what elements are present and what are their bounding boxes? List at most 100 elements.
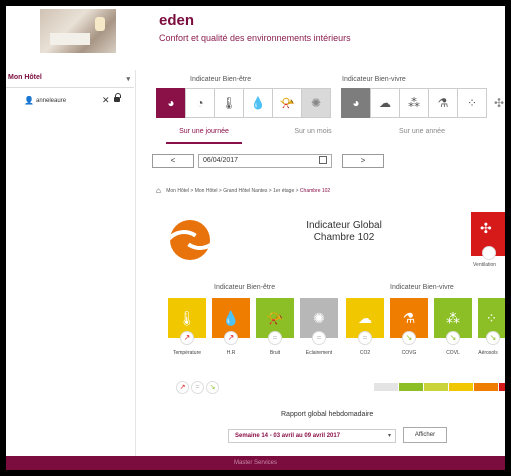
ventilation-status-dot bbox=[482, 246, 496, 260]
tab-day[interactable]: Sur une journée bbox=[166, 128, 242, 144]
lighting-button[interactable]: ✺ bbox=[301, 88, 331, 118]
drop-icon: 💧 bbox=[250, 96, 266, 110]
humidity-button[interactable]: 💧 bbox=[243, 88, 273, 118]
thermometer-icon: 🌡 bbox=[178, 309, 196, 326]
temperature-label: Température bbox=[172, 350, 202, 356]
noise-label: Bruit bbox=[269, 350, 281, 356]
aerosols-button[interactable]: ⁘ bbox=[457, 88, 487, 118]
sidebar: Mon Hôtel ▾ 👤 anneleaure ✕ bbox=[6, 70, 136, 470]
footer-label: Master Services bbox=[234, 460, 278, 466]
wellbeing-group-title: Indicateur Bien-être bbox=[190, 76, 252, 83]
global-wellbeing-button[interactable]: ◕ bbox=[156, 88, 186, 118]
drop-icon: 💧 bbox=[222, 309, 240, 326]
lighting-trend-icon: = bbox=[312, 331, 326, 345]
covg-button[interactable]: ⁂ bbox=[399, 88, 429, 118]
date-field[interactable]: 06/04/2017 bbox=[198, 154, 332, 168]
ventilation-label: Ventilation bbox=[473, 262, 497, 268]
chevron-down-icon: ▾ bbox=[126, 76, 130, 83]
covl-trend-icon: ↘ bbox=[446, 331, 460, 345]
gauge-icon: ◕ bbox=[352, 96, 360, 110]
particles-icon: ⁘ bbox=[466, 96, 478, 110]
livability-toolbar: ◕ ☁ ⁂ ⚗ ⁘ bbox=[341, 88, 487, 118]
trend-flat-icon: = bbox=[191, 381, 204, 394]
week-select[interactable]: Semaine 14 - 03 avril au 09 avril 2017 ▾ bbox=[228, 429, 396, 443]
chevron-down-icon: ▾ bbox=[387, 433, 391, 439]
co2-trend-icon: = bbox=[358, 331, 372, 345]
home-icon[interactable]: ⌂ bbox=[156, 186, 161, 195]
user-name: anneleaure bbox=[36, 98, 67, 104]
scale-yellow bbox=[449, 383, 473, 391]
scale-green bbox=[399, 383, 423, 391]
scale-yellowgreen bbox=[424, 383, 448, 391]
gauge-icon: ◕ bbox=[167, 96, 175, 110]
fan-icon[interactable]: ✣ bbox=[494, 96, 504, 110]
trend-down-icon: ↘ bbox=[206, 381, 219, 394]
covl-label: COVL bbox=[446, 350, 460, 356]
period-tabs: Sur une journée Sur un mois Sur une anné… bbox=[146, 128, 505, 144]
pie-icon: ◔ bbox=[196, 96, 204, 110]
aerosols-trend-icon: ↘ bbox=[486, 331, 500, 345]
cloud-icon: ☁ bbox=[379, 96, 391, 110]
molecule-icon: ⁂ bbox=[408, 96, 420, 110]
livability-subtitle: Indicateur Bien-vivre bbox=[390, 284, 454, 291]
global-livability-button[interactable]: ◕ bbox=[341, 88, 371, 118]
noise-trend-icon: = bbox=[268, 331, 282, 345]
co2-label: CO2 bbox=[359, 350, 371, 356]
lock-icon[interactable] bbox=[114, 93, 121, 102]
week-select-value: Semaine 14 - 03 avril au 09 avril 2017 bbox=[235, 433, 341, 439]
scale-orange bbox=[474, 383, 498, 391]
calendar-icon[interactable] bbox=[319, 156, 327, 164]
global-title-line1: Indicateur Global bbox=[306, 220, 382, 231]
scale-red bbox=[499, 383, 505, 391]
covg-label: COVG bbox=[401, 350, 417, 356]
show-report-button[interactable]: Afficher bbox=[403, 427, 447, 443]
horn-icon: 📯 bbox=[266, 309, 284, 326]
weekly-report-label: Rapport global hebdomadaire bbox=[281, 411, 374, 418]
global-title: Indicateur Global Chambre 102 bbox=[284, 220, 404, 244]
hotel-select-value: Mon Hôtel bbox=[8, 74, 42, 81]
horn-icon: 📯 bbox=[279, 96, 295, 110]
temperature-trend-icon: ↗ bbox=[180, 331, 194, 345]
tab-year[interactable]: Sur une année bbox=[384, 128, 460, 144]
close-icon[interactable]: ✕ bbox=[102, 95, 110, 106]
particles-icon: ⁘ bbox=[485, 309, 498, 326]
wellbeing-toolbar: ◕ ◔ 🌡 💧 📯 ✺ bbox=[156, 88, 331, 118]
cloud-icon: ☁ bbox=[358, 309, 372, 326]
humidity-label: H.R bbox=[226, 350, 236, 356]
user-icon: 👤 bbox=[24, 96, 34, 105]
user-row: 👤 anneleaure ✕ bbox=[6, 93, 134, 110]
hotel-room-photo bbox=[40, 9, 116, 53]
trend-legend: ↗ = ↘ bbox=[176, 381, 221, 394]
lighting-label: Eclairement bbox=[305, 350, 333, 356]
covg-trend-icon: ↘ bbox=[402, 331, 416, 345]
overview-button[interactable]: ◔ bbox=[185, 88, 215, 118]
wellbeing-subtitle: Indicateur Bien-être bbox=[214, 284, 276, 291]
aerosols-label: Aérosols bbox=[478, 350, 498, 356]
livability-group-title: Indicateur Bien-vivre bbox=[342, 76, 406, 83]
temperature-button[interactable]: 🌡 bbox=[214, 88, 244, 118]
tab-month[interactable]: Sur un mois bbox=[278, 128, 348, 144]
flask-icon: ⚗ bbox=[437, 96, 449, 110]
hotel-select[interactable]: Mon Hôtel ▾ bbox=[6, 74, 134, 88]
next-day-button[interactable]: > bbox=[342, 154, 384, 168]
co2-button[interactable]: ☁ bbox=[370, 88, 400, 118]
molecule-icon: ⁂ bbox=[446, 309, 460, 326]
prev-day-button[interactable]: < bbox=[152, 154, 194, 168]
footer-bar: Master Services bbox=[6, 456, 505, 470]
global-title-line2: Chambre 102 bbox=[313, 232, 375, 243]
color-scale bbox=[374, 383, 505, 391]
global-indicator-logo bbox=[170, 220, 210, 260]
covl-button[interactable]: ⚗ bbox=[428, 88, 458, 118]
sun-icon: ✺ bbox=[310, 96, 322, 110]
brand-tagline: Confort et qualité des environnements in… bbox=[159, 33, 351, 43]
fan-icon: ✣ bbox=[480, 220, 492, 236]
scale-gray bbox=[374, 383, 398, 391]
trend-up-icon: ↗ bbox=[176, 381, 189, 394]
humidity-trend-icon: ↗ bbox=[224, 331, 238, 345]
noise-button[interactable]: 📯 bbox=[272, 88, 302, 118]
breadcrumb: ⌂ Mon Hôtel > Mon Hôtel > Grand Hôtel Na… bbox=[156, 186, 330, 195]
app-frame: eden Confort et qualité des environnemen… bbox=[6, 6, 505, 470]
brand-name: eden bbox=[159, 12, 195, 29]
breadcrumb-current: Chambre 102 bbox=[299, 187, 331, 194]
breadcrumb-path[interactable]: Mon Hôtel > Mon Hôtel > Grand Hôtel Nant… bbox=[166, 188, 300, 194]
